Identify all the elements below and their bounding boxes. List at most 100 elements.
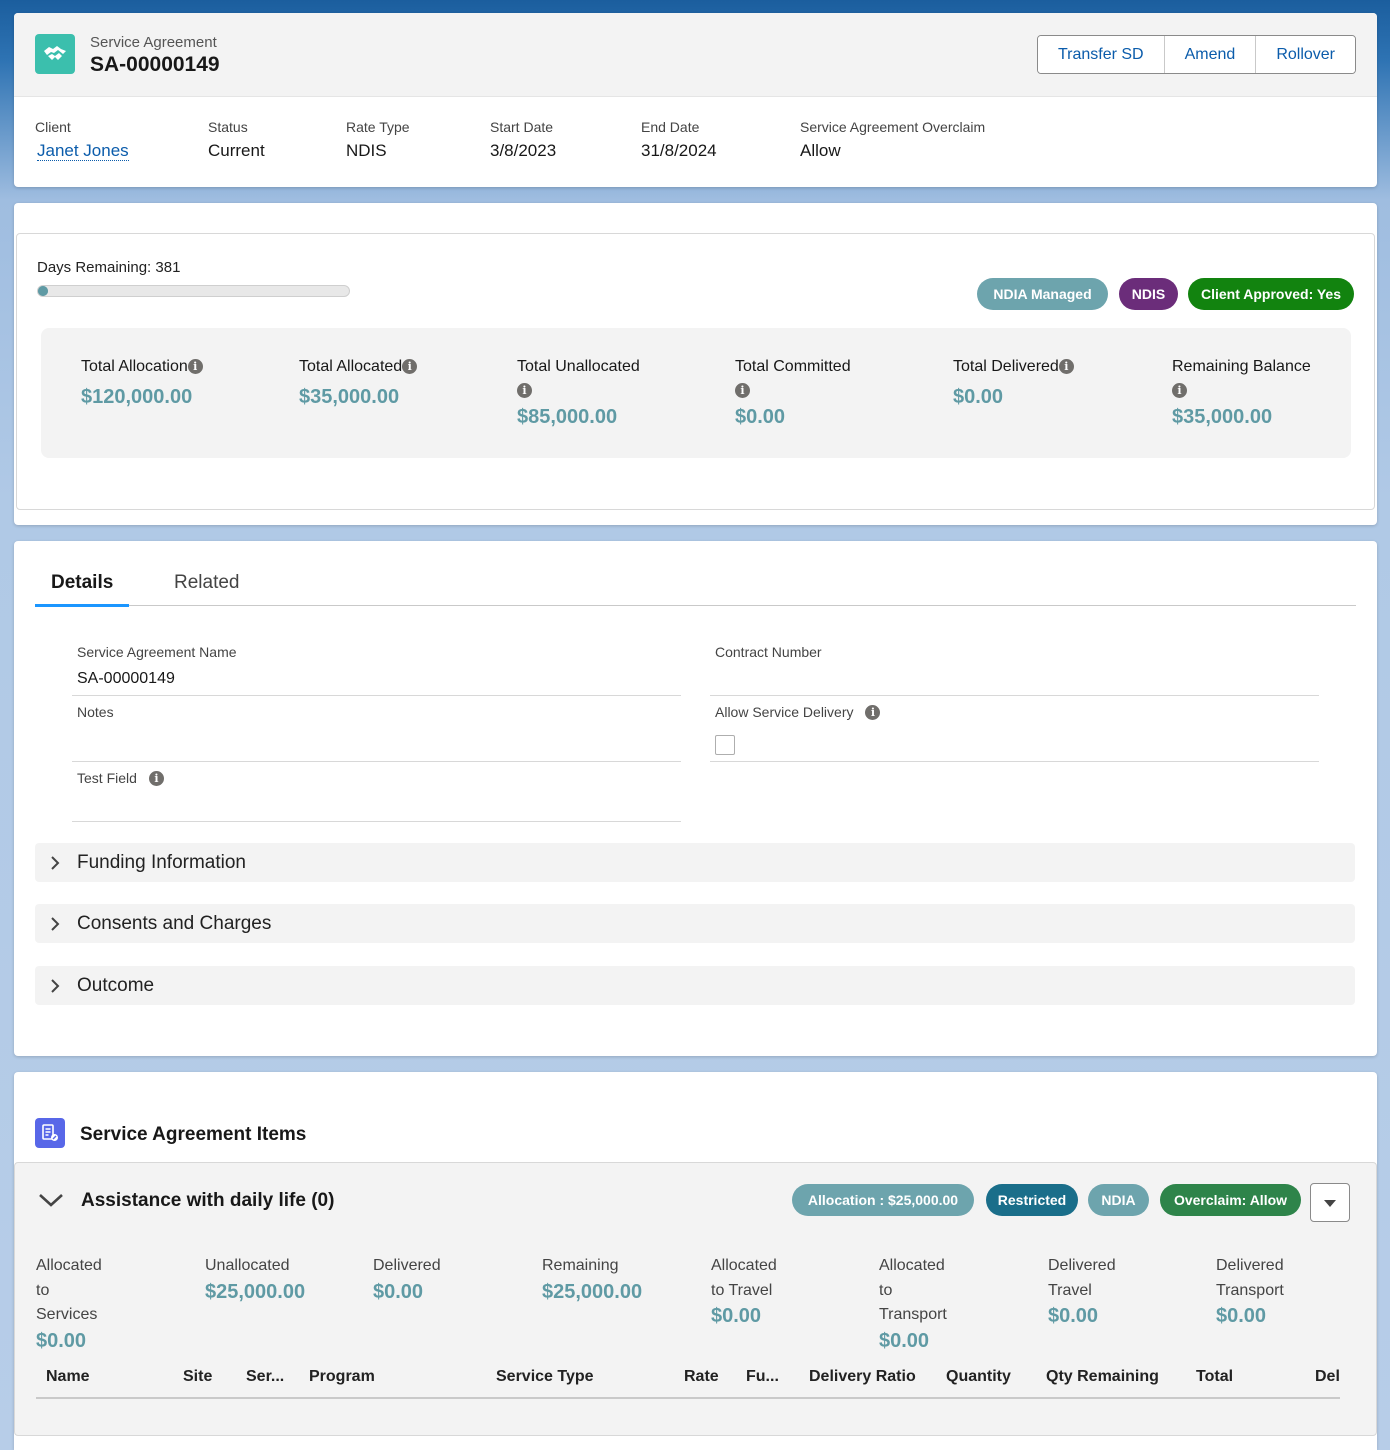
gstat-allocated-travel: Allocated to Travel $0.00: [711, 1254, 777, 1329]
overclaim-label: Service Agreement Overclaim: [800, 119, 986, 135]
item-group: Assistance with daily life (0) Allocatio…: [14, 1162, 1377, 1436]
stat-value: $35,000.00: [1172, 406, 1273, 428]
col-header-total[interactable]: Total: [1196, 1368, 1233, 1386]
sa-name-label: Service Agreement Name: [77, 644, 237, 660]
badge-overclaim: Overclaim: Allow: [1160, 1184, 1301, 1216]
gstat-label: Allocated to Services: [36, 1257, 102, 1323]
tab-related[interactable]: Related: [174, 572, 240, 594]
section-label: Consents and Charges: [77, 912, 272, 934]
gstat-remaining: Remaining $25,000.00: [542, 1254, 642, 1305]
badge-ndis: NDIS: [1119, 278, 1178, 310]
info-icon[interactable]: i: [1058, 359, 1074, 375]
handshake-icon: [35, 34, 75, 74]
section-funding-information[interactable]: Funding Information: [35, 843, 1355, 882]
object-type-label: Service Agreement: [90, 34, 217, 51]
section-consents-and-charges[interactable]: Consents and Charges: [35, 904, 1355, 943]
client-link[interactable]: Janet Jones: [37, 141, 129, 161]
col-header-quantity[interactable]: Quantity: [946, 1368, 1011, 1386]
chevron-right-icon: [49, 916, 75, 932]
sa-name-value: SA-00000149: [77, 670, 175, 687]
chevron-right-icon: [49, 855, 75, 871]
stat-label: Total Committed: [735, 358, 851, 375]
client-label: Client: [35, 119, 71, 135]
badge-restricted: Restricted: [986, 1184, 1078, 1216]
info-icon[interactable]: i: [735, 383, 750, 399]
col-header-program[interactable]: Program: [309, 1368, 375, 1386]
col-header-rate[interactable]: Rate: [684, 1368, 719, 1386]
group-title: Assistance with daily life (0): [81, 1190, 335, 1211]
balance-stats: Total Allocation i $120,000.00 Total Allo…: [41, 328, 1351, 458]
balance-card: Days Remaining: 381 NDIA Managed NDIS Cl…: [14, 203, 1377, 525]
info-icon[interactable]: i: [187, 359, 203, 375]
transfer-sd-button[interactable]: Transfer SD: [1037, 36, 1164, 73]
status-field: Status Current: [208, 119, 265, 161]
status-value: Current: [208, 141, 265, 160]
allow-service-delivery-checkbox[interactable]: [715, 735, 735, 755]
info-icon[interactable]: i: [148, 770, 164, 786]
col-header-funding[interactable]: Fu...: [746, 1368, 779, 1386]
chevron-down-icon[interactable]: [37, 1191, 65, 1214]
overclaim-field: Service Agreement Overclaim Allow: [800, 119, 985, 161]
status-label: Status: [208, 119, 248, 135]
gstat-label: Unallocated: [205, 1257, 290, 1274]
details-card: Details Related Service Agreement Name S…: [14, 541, 1377, 1056]
col-header-delivered[interactable]: Del: [1315, 1368, 1340, 1386]
test-field: Test Field i: [72, 770, 681, 822]
section-outcome[interactable]: Outcome: [35, 966, 1355, 1005]
balance-panel: Days Remaining: 381 NDIA Managed NDIS Cl…: [16, 233, 1375, 510]
section-label: Outcome: [77, 974, 155, 996]
end-date-value: 31/8/2024: [641, 141, 717, 160]
contract-number-label: Contract Number: [715, 644, 822, 660]
col-header-site[interactable]: Site: [183, 1368, 212, 1386]
info-icon[interactable]: i: [865, 704, 881, 720]
test-field-label: Test Field: [77, 770, 137, 786]
group-actions-dropdown[interactable]: [1310, 1183, 1350, 1222]
badge-ndia: NDIA: [1088, 1184, 1149, 1216]
stat-value: $35,000.00: [299, 386, 400, 408]
info-icon[interactable]: i: [517, 383, 532, 399]
col-header-name[interactable]: Name: [46, 1368, 90, 1386]
amend-button[interactable]: Amend: [1163, 36, 1256, 73]
gstat-value: $25,000.00: [542, 1280, 643, 1303]
gstat-delivered: Delivered $0.00: [373, 1254, 441, 1305]
col-header-delivery-ratio[interactable]: Delivery Ratio: [809, 1368, 916, 1386]
rate-type-field: Rate Type NDIS: [346, 119, 410, 161]
table-header-divider: [36, 1397, 1340, 1399]
contract-number-field: Contract Number: [710, 644, 1319, 696]
gstat-label: Allocated to Transport: [879, 1257, 947, 1323]
gstat-allocated-services: Allocated to Services $0.00: [36, 1254, 102, 1354]
col-header-service[interactable]: Ser...: [246, 1368, 284, 1386]
allow-service-delivery-field: Allow Service Delivery i: [710, 704, 1319, 762]
col-header-qty-remaining[interactable]: Qty Remaining: [1046, 1368, 1159, 1386]
stat-label: Total Allocated: [299, 358, 403, 375]
rate-type-label: Rate Type: [346, 119, 410, 135]
stat-total-allocation: Total Allocation i $120,000.00: [81, 355, 203, 411]
gstat-value: $25,000.00: [205, 1280, 306, 1303]
gstat-value: $0.00: [711, 1305, 762, 1327]
tab-bar: Details Related: [35, 561, 1356, 607]
gstat-label: Delivered: [373, 1257, 441, 1274]
col-header-service-type[interactable]: Service Type: [496, 1368, 594, 1386]
gstat-label: Allocated to Travel: [711, 1257, 777, 1299]
header-actions: Transfer SD Amend Rollover: [1036, 35, 1356, 74]
gstat-value: $0.00: [1048, 1305, 1099, 1327]
notes-field: Notes: [72, 704, 681, 762]
gstat-allocated-transport: Allocated to Transport $0.00: [879, 1254, 947, 1354]
stat-label: Total Allocation: [81, 358, 188, 375]
stat-total-allocated: Total Allocated i $35,000.00: [299, 355, 418, 411]
stat-total-committed: Total Committed i $0.00: [735, 355, 851, 431]
stat-value: $0.00: [953, 386, 1004, 408]
info-icon[interactable]: i: [402, 359, 418, 375]
info-icon[interactable]: i: [1172, 383, 1187, 399]
days-remaining-label: Days Remaining: 381: [37, 259, 181, 276]
overclaim-value: Allow: [800, 141, 841, 160]
gstat-label: Delivered Travel: [1048, 1257, 1116, 1299]
gstat-label: Delivered Transport: [1216, 1257, 1284, 1299]
tab-details[interactable]: Details: [51, 572, 113, 594]
service-agreement-items-card: Service Agreement Items Assistance with …: [14, 1072, 1377, 1450]
days-progress-marker: [38, 286, 48, 296]
rollover-button[interactable]: Rollover: [1255, 36, 1355, 73]
section-label: Funding Information: [77, 851, 246, 873]
gstat-value: $0.00: [1216, 1305, 1267, 1327]
items-title: Service Agreement Items: [80, 1124, 307, 1145]
